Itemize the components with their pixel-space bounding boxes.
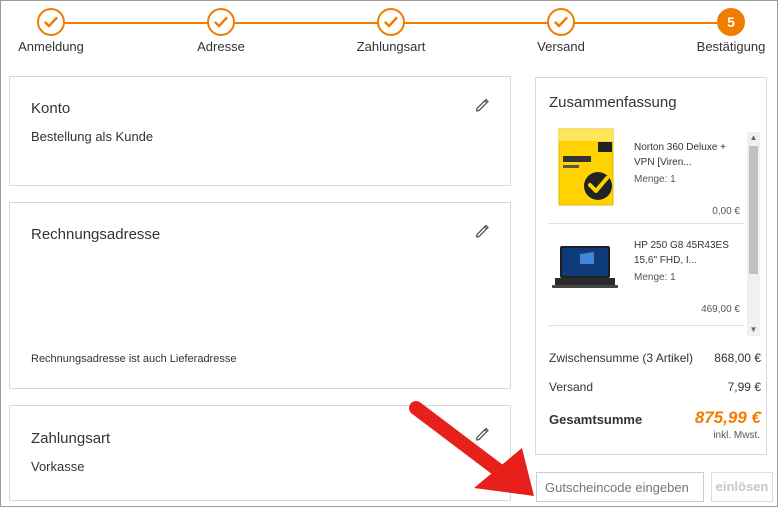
total-value: 875,99 € bbox=[694, 408, 761, 427]
rechnungsadresse-text: Rechnungsadresse ist auch Lieferadresse bbox=[31, 353, 237, 365]
check-icon bbox=[37, 8, 65, 36]
step-number: 5 bbox=[717, 8, 745, 36]
zahlungsart-title: Zahlungsart bbox=[31, 430, 111, 447]
scroll-up-icon[interactable]: ▲ bbox=[747, 132, 760, 144]
summary-title: Zusammenfassung bbox=[549, 94, 677, 111]
konto-text: Bestellung als Kunde bbox=[31, 129, 154, 144]
item-qty: Menge: 1 bbox=[634, 174, 676, 185]
shipping-value: 7,99 € bbox=[727, 380, 761, 394]
item-name[interactable]: HP 250 G8 45R43ES 15,6" FHD, I... bbox=[634, 238, 744, 268]
rechnungsadresse-card: Rechnungsadresse Rechnungsadresse ist au… bbox=[9, 202, 511, 389]
step-label: Zahlungsart bbox=[356, 39, 426, 54]
subtotal-label: Zwischensumme (3 Artikel) bbox=[549, 351, 694, 365]
redeem-button[interactable]: einlösen bbox=[711, 472, 773, 502]
step-label: Versand bbox=[537, 39, 585, 54]
step-label: Anmeldung bbox=[18, 39, 84, 54]
step-bestaetigung: 5 Bestätigung bbox=[671, 8, 778, 54]
scroll-down-icon[interactable]: ▼ bbox=[747, 324, 760, 336]
zahlungsart-text: Vorkasse bbox=[31, 459, 85, 474]
item-qty: Menge: 1 bbox=[634, 272, 676, 283]
check-icon bbox=[207, 8, 235, 36]
norton-box-icon bbox=[558, 128, 614, 206]
total-label: Gesamtsumme bbox=[549, 412, 643, 427]
list-item[interactable]: HP 250 G8 45R43ES 15,6" FHD, I... Menge:… bbox=[548, 226, 744, 326]
subtotal-value: 868,00 € bbox=[714, 351, 761, 365]
step-zahlungsart[interactable]: Zahlungsart bbox=[331, 8, 451, 54]
annotation-arrow-icon bbox=[409, 401, 534, 496]
order-summary: Zusammenfassung Norton 360 Deluxe + VPN … bbox=[535, 77, 767, 455]
step-adresse[interactable]: Adresse bbox=[161, 8, 281, 54]
step-label: Bestätigung bbox=[696, 39, 766, 54]
check-icon bbox=[547, 8, 575, 36]
shipping-label: Versand bbox=[549, 380, 594, 394]
coupon-input[interactable] bbox=[536, 472, 704, 502]
item-price: 0,00 € bbox=[712, 206, 740, 217]
total-row: Gesamtsumme 875,99 € bbox=[549, 408, 761, 427]
step-label: Adresse bbox=[197, 39, 245, 54]
checkout-stepper: Anmeldung Adresse Zahlungsart Versand 5 … bbox=[1, 1, 778, 61]
pencil-icon[interactable] bbox=[474, 97, 490, 113]
rechnungsadresse-title: Rechnungsadresse bbox=[31, 226, 161, 243]
pencil-icon[interactable] bbox=[474, 223, 490, 239]
konto-title: Konto bbox=[31, 100, 71, 117]
step-versand[interactable]: Versand bbox=[501, 8, 621, 54]
step-anmeldung[interactable]: Anmeldung bbox=[0, 8, 111, 54]
check-icon bbox=[377, 8, 405, 36]
konto-card: Konto Bestellung als Kunde bbox=[9, 76, 511, 186]
laptop-icon bbox=[552, 246, 618, 288]
summary-item-list[interactable]: Norton 360 Deluxe + VPN [Viren... Menge:… bbox=[548, 120, 760, 336]
scrollbar-thumb[interactable] bbox=[749, 146, 758, 274]
item-name[interactable]: Norton 360 Deluxe + VPN [Viren... bbox=[634, 140, 744, 170]
subtotal-row: Zwischensumme (3 Artikel) 868,00 € bbox=[549, 351, 761, 365]
tax-note: inkl. Mwst. bbox=[713, 430, 760, 441]
item-price: 469,00 € bbox=[701, 304, 740, 315]
list-item[interactable]: Norton 360 Deluxe + VPN [Viren... Menge:… bbox=[548, 128, 744, 224]
summary-scrollbar[interactable]: ▲ ▼ bbox=[747, 132, 760, 336]
shipping-row: Versand 7,99 € bbox=[549, 380, 761, 394]
